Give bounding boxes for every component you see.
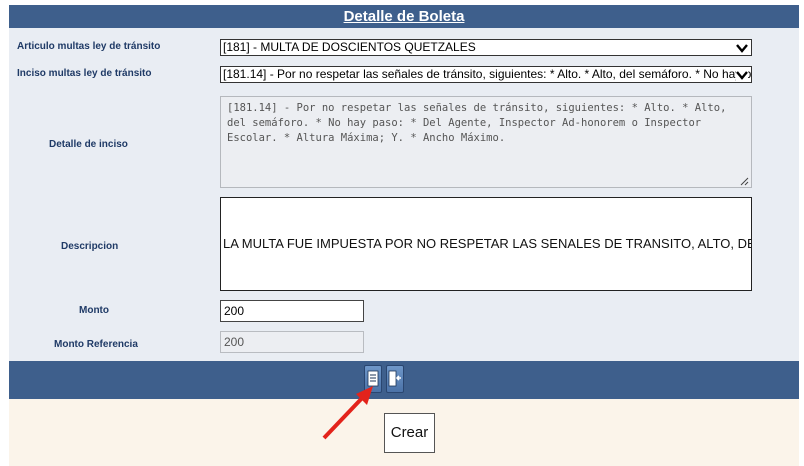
detalle-label: Detalle de inciso (49, 139, 128, 150)
monto-referencia-value: 200 (224, 335, 245, 349)
boleta-form: Articulo multas ley de tránsito [181] - … (9, 28, 799, 361)
monto-referencia-label: Monto Referencia (54, 339, 138, 350)
panel-title: Detalle de Boleta (343, 8, 465, 25)
panel-header: Detalle de Boleta (9, 5, 799, 28)
action-toolbar (9, 361, 799, 399)
detalle-text: [181.14] - Por no respetar las señales d… (227, 102, 727, 144)
articulo-selected-value: [181] - MULTA DE DOSCIENTOS QUETZALES (223, 40, 476, 54)
annotation-arrow-icon (322, 386, 373, 440)
chevron-down-icon (736, 68, 748, 82)
monto-input[interactable]: 200 (220, 300, 364, 322)
monto-label: Monto (79, 305, 109, 316)
chevron-down-icon (736, 41, 748, 55)
descripcion-text: LA MULTA FUE IMPUESTA POR NO RESPETAR LA… (223, 236, 751, 251)
inciso-select[interactable]: [181.14] - Por no respetar las señales d… (220, 66, 752, 83)
inciso-label: Inciso multas ley de tránsito (17, 68, 152, 79)
exit-button[interactable] (386, 365, 404, 393)
exit-door-icon (388, 370, 401, 387)
descripcion-textarea[interactable]: LA MULTA FUE IMPUESTA POR NO RESPETAR LA… (220, 197, 752, 291)
resize-handle-icon[interactable] (740, 176, 749, 186)
inciso-selected-value: [181.14] - Por no respetar las señales d… (223, 67, 752, 81)
detalle-textarea[interactable]: [181.14] - Por no respetar las señales d… (220, 96, 752, 188)
articulo-select[interactable]: [181] - MULTA DE DOSCIENTOS QUETZALES (220, 39, 752, 56)
descripcion-label: Descripcion (61, 241, 119, 252)
articulo-label: Articulo multas ley de tránsito (17, 41, 161, 52)
create-tooltip: Crear (384, 413, 435, 453)
create-tooltip-text: Crear (390, 424, 429, 441)
monto-value: 200 (224, 304, 245, 318)
monto-referencia-input: 200 (220, 331, 364, 353)
